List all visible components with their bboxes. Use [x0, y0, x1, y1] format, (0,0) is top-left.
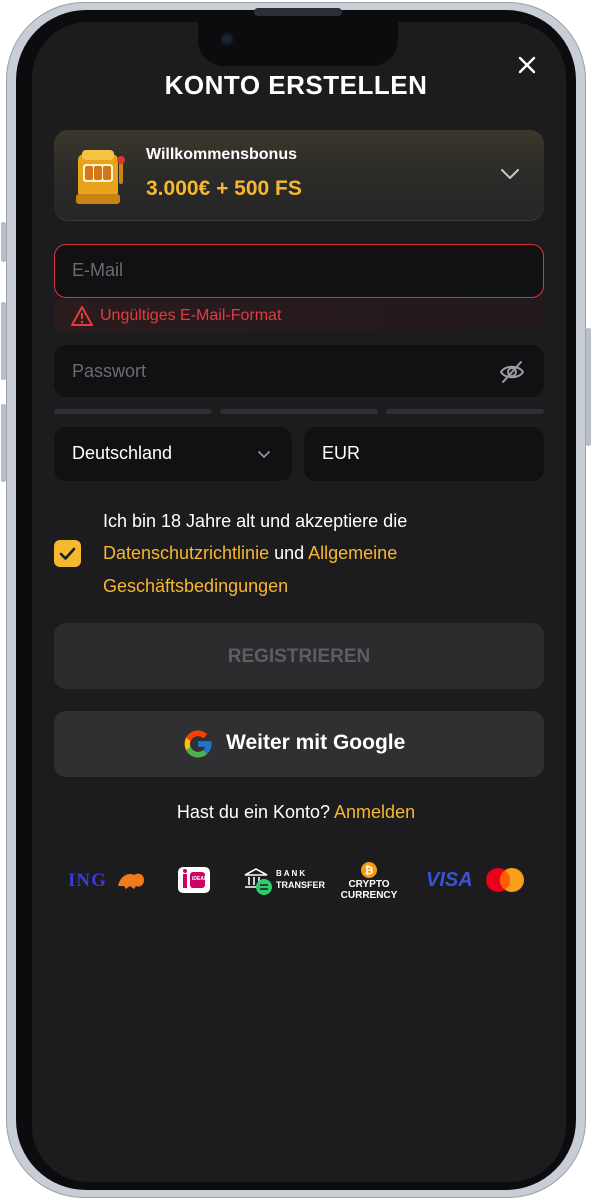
close-icon[interactable] [514, 52, 540, 78]
eye-off-icon[interactable] [498, 359, 526, 385]
check-icon [59, 547, 76, 560]
terms-link[interactable]: Allgemeine [308, 543, 397, 563]
login-prompt: Hast du ein Konto? [176, 802, 331, 822]
password-strength-bar-3 [386, 409, 544, 414]
front-camera [222, 34, 232, 44]
bank-text-2: TRANSFER [276, 880, 325, 890]
login-link[interactable]: Anmelden [334, 802, 415, 822]
terms-link-continued[interactable]: Geschäftsbedingungen [103, 576, 288, 597]
mastercard-logo [484, 867, 526, 893]
crypto-text-1: CRYPTO [348, 879, 390, 890]
ideal-logo-text: iDEAL [192, 876, 207, 882]
email-field[interactable] [54, 244, 544, 298]
login-prompt-line: Hast du ein Konto? Anmelden [0, 802, 592, 823]
password-strength-bar-1 [54, 409, 212, 414]
chevron-down-icon [256, 447, 272, 461]
google-button-label: Weiter mit Google [226, 731, 406, 754]
email-placeholder: E-Mail [72, 260, 124, 280]
side-button-power [586, 328, 591, 446]
side-button-volume-up [1, 302, 6, 380]
chevron-down-icon[interactable] [500, 164, 520, 184]
consent-and: und [274, 543, 305, 563]
svg-text:₿: ₿ [365, 864, 374, 877]
slot-machine-icon [72, 146, 128, 206]
bank-icon [244, 868, 272, 895]
email-error-text: Ungültiges E-Mail-Format [100, 307, 282, 324]
ing-logo: ING [68, 870, 148, 896]
warning-icon [70, 305, 94, 327]
password-placeholder: Passwort [72, 361, 147, 381]
bonus-label: Willkommensbonus [146, 146, 297, 163]
notch [198, 22, 398, 66]
lion-icon [118, 873, 144, 889]
privacy-policy-link[interactable]: Datenschutzrichtlinie [103, 543, 269, 563]
side-button-volume-down [1, 404, 6, 482]
currency-value: EUR [322, 443, 361, 463]
bonus-value: 3.000€ + 500 FS [146, 177, 302, 200]
bank-text-1: BANK [276, 869, 308, 878]
visa-logo-text: VISA [426, 869, 473, 891]
crypto-text-2: CURRENCY [340, 890, 398, 901]
side-button-mute [1, 222, 6, 262]
crypto-logo: ₿ CRYPTO CURRENCY [338, 862, 400, 902]
consent-text-line-2: Datenschutzrichtlinie und Allgemeine [103, 543, 397, 564]
google-icon [182, 728, 214, 760]
country-value: Deutschland [72, 443, 173, 463]
ing-logo-text: ING [68, 870, 107, 891]
bank-transfer-logo: BANK TRANSFER [243, 866, 325, 896]
consent-text-line-1: Ich bin 18 Jahre alt und akzeptiere die [103, 511, 408, 531]
page-title: KONTO ERSTELLEN [164, 70, 428, 100]
speaker [254, 8, 342, 16]
password-strength-bar-2 [220, 409, 378, 414]
consent-checkbox[interactable] [54, 540, 81, 567]
bitcoin-icon: ₿ [361, 862, 377, 878]
ideal-logo: iDEAL [177, 866, 211, 894]
register-button-label: REGISTRIEREN [227, 646, 371, 667]
visa-logo: VISA [426, 869, 473, 892]
